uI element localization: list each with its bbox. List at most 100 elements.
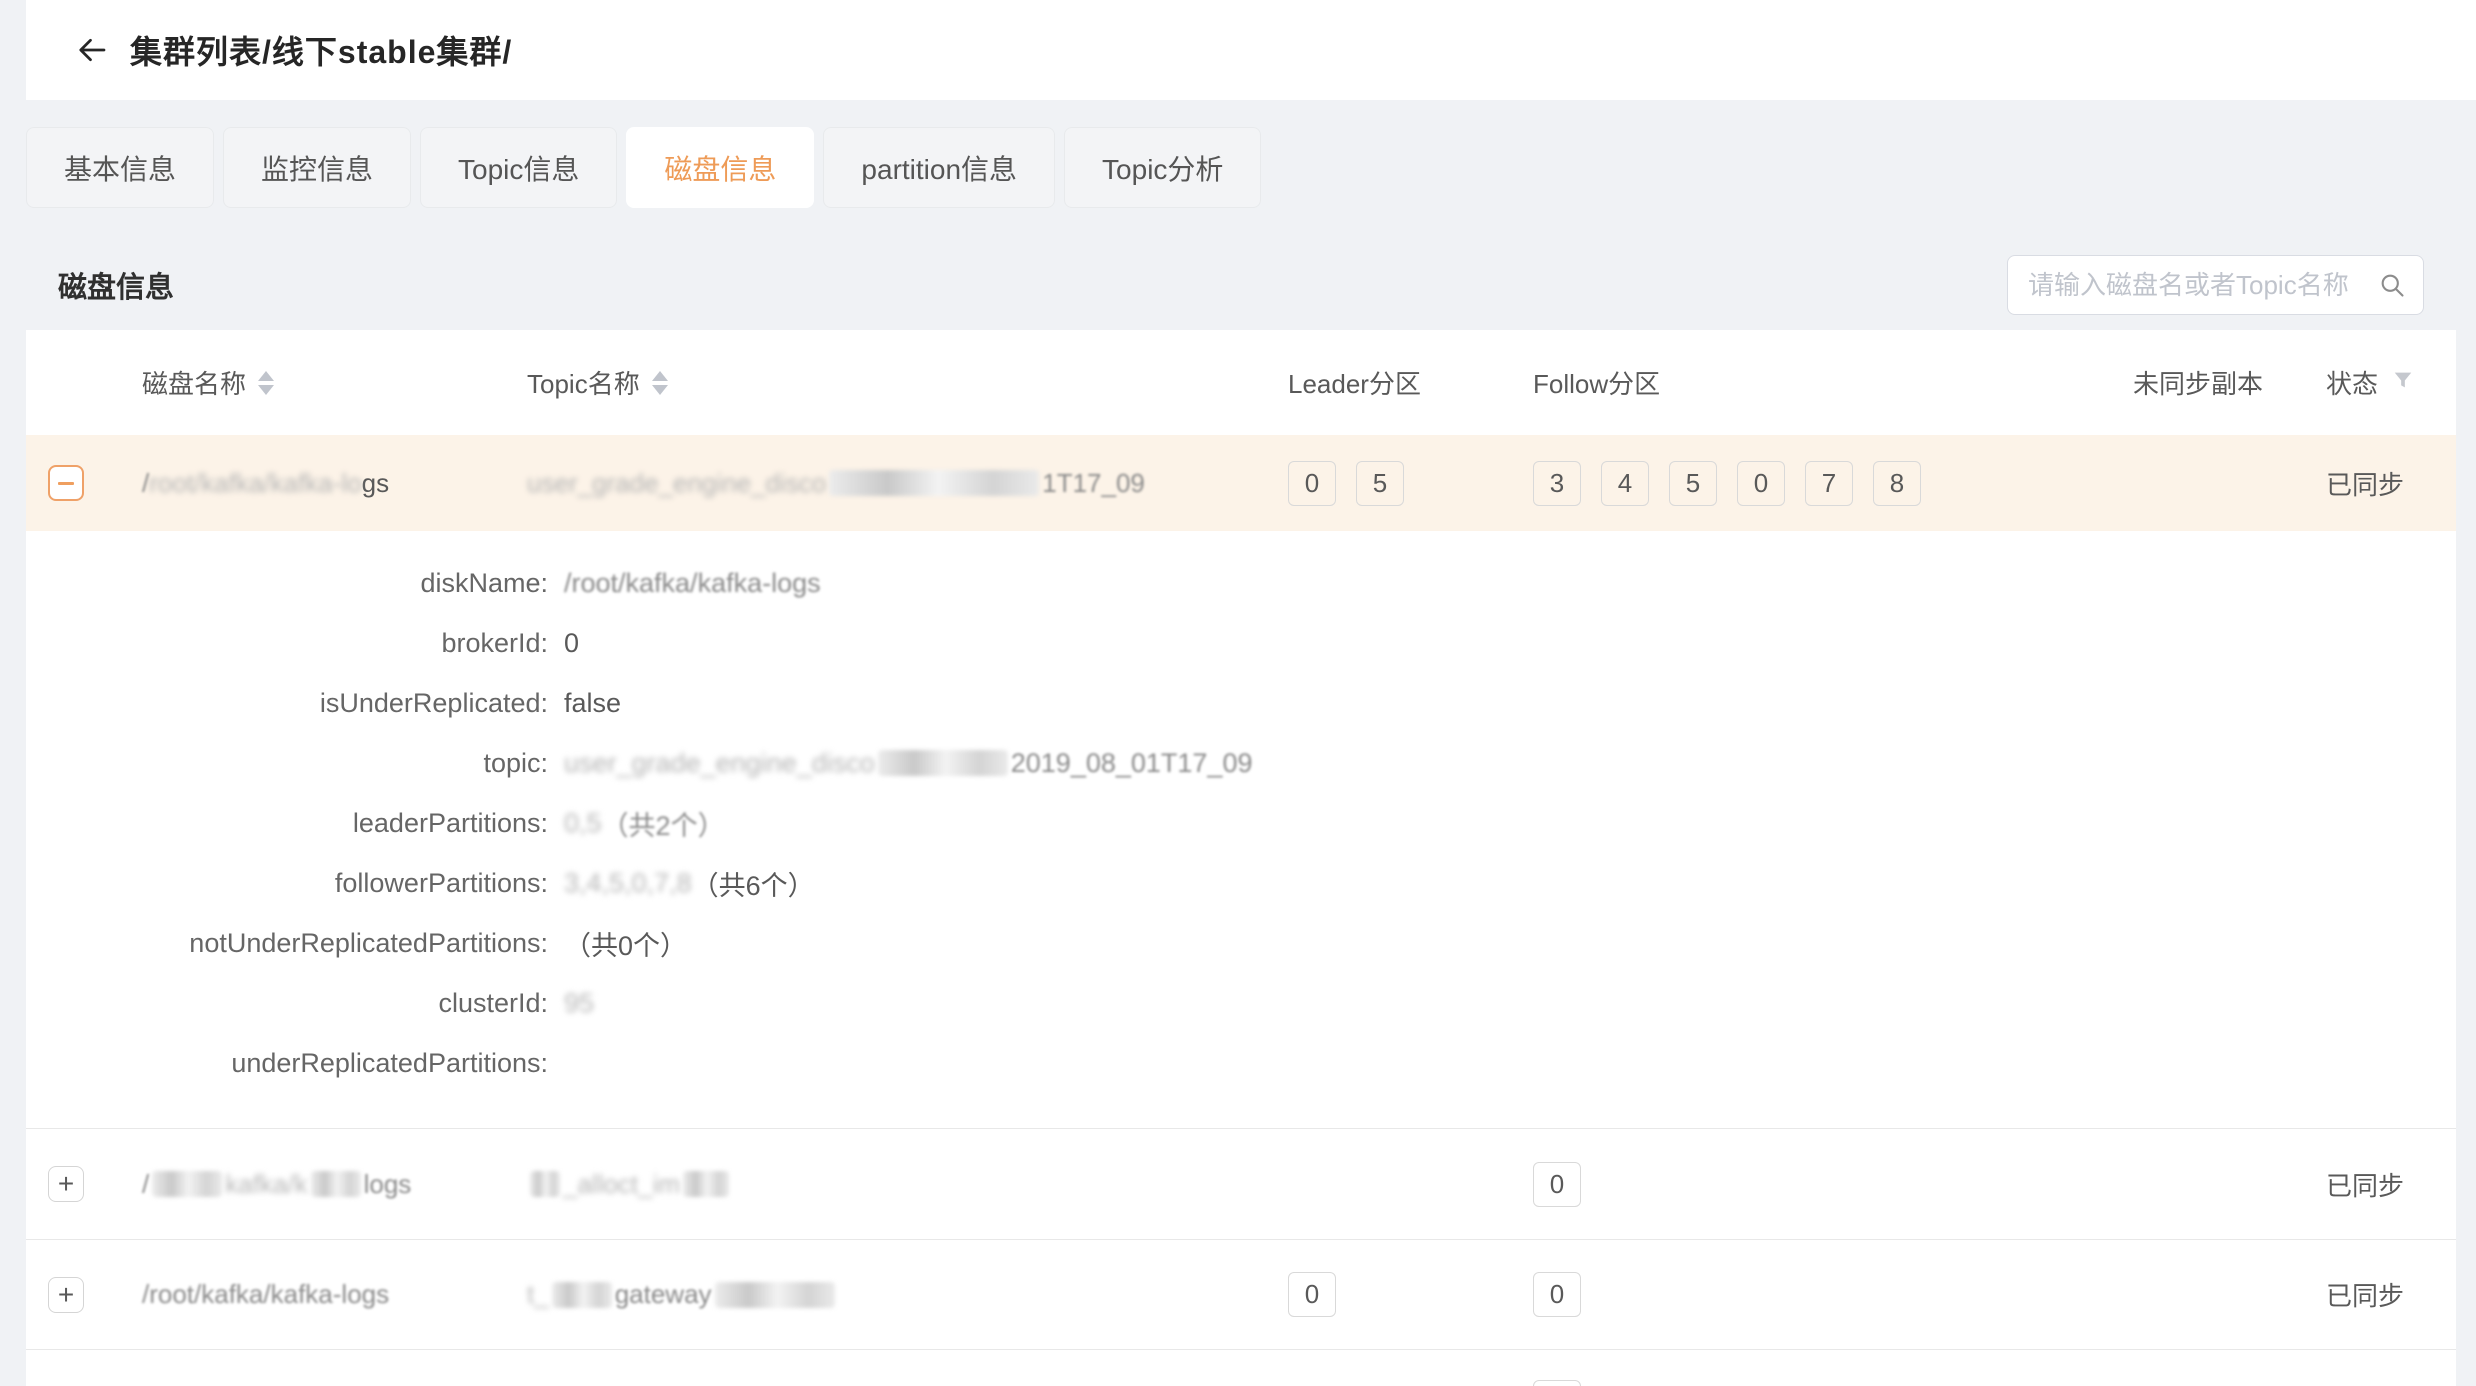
- sort-icon[interactable]: [652, 371, 668, 395]
- arrow-left-icon: [74, 32, 110, 68]
- tab-topic-info[interactable]: Topic信息: [420, 127, 617, 208]
- page-header: 集群列表/线下stable集群/: [26, 0, 2476, 100]
- detail-label: followerPartitions:: [26, 853, 548, 913]
- partition-tag: 0: [1288, 461, 1336, 506]
- detail-label: diskName:: [26, 553, 548, 613]
- detail-label: clusterId:: [26, 973, 548, 1033]
- tab-disk-info[interactable]: 磁盘信息: [626, 127, 814, 208]
- disk-name-cell: /kafka/klogs: [138, 1129, 523, 1239]
- partition-tag: 7: [1805, 461, 1853, 506]
- detail-value-clusterid: 95: [564, 973, 2456, 1033]
- partition-tag: 5: [1669, 461, 1717, 506]
- section-title: 磁盘信息: [26, 264, 174, 306]
- detail-value-diskname: /root/kafka/kafka-logs: [564, 553, 2456, 613]
- search-input[interactable]: [2007, 255, 2424, 315]
- page-title: 集群列表/线下stable集群/: [130, 27, 512, 73]
- detail-value-leaderpartitions: 0,5（共2个）: [564, 793, 2456, 853]
- detail-value-notunderreplicatedpartitions: （共0个）: [564, 913, 2456, 973]
- table-header-row: 磁盘名称 Topic名称 Leader分区 Follow分区 未同步副本 状态: [26, 330, 2456, 435]
- table-row: /root/kafka/kafka-logs user_grade_engine…: [26, 435, 2456, 531]
- partition-tag: 3: [1533, 461, 1581, 506]
- text-segment: /: [142, 1169, 149, 1200]
- tab-topic-analysis[interactable]: Topic分析: [1064, 127, 1261, 208]
- text-segment: root/kafka/kafka-lo: [149, 468, 361, 499]
- expand-row-button[interactable]: +: [48, 1166, 84, 1202]
- redacted-block: [311, 1171, 361, 1197]
- column-leader-partitions: Leader分区: [1268, 330, 1513, 435]
- filter-icon[interactable]: [2392, 367, 2414, 398]
- tab-label: partition信息: [861, 148, 1017, 188]
- text-segment: （共0个）: [564, 924, 687, 963]
- detail-label: leaderPartitions:: [26, 793, 548, 853]
- expand-row-button[interactable]: +: [48, 1277, 84, 1313]
- leader-partitions-cell: 0: [1268, 1240, 1513, 1349]
- column-status: 状态: [2318, 330, 2456, 435]
- text-segment: _alloct_im: [563, 1169, 680, 1200]
- redacted-block: [530, 1171, 560, 1197]
- text-segment: kafka/k: [225, 1169, 307, 1200]
- detail-value-brokerid: 0: [564, 613, 2456, 673]
- detail-label: topic:: [26, 733, 548, 793]
- topic-name-cell: t_ gateway: [523, 1240, 1268, 1349]
- column-label: 磁盘名称: [142, 364, 246, 401]
- text-segment: （共6个）: [692, 864, 815, 903]
- text-segment: 0,5: [564, 808, 602, 839]
- back-button[interactable]: [70, 28, 114, 72]
- partition-tag: 0: [1737, 461, 1785, 506]
- unsynced-replicas-cell: [2078, 435, 2318, 531]
- search-icon[interactable]: [2378, 271, 2406, 304]
- section-header: 磁盘信息: [26, 240, 2456, 330]
- follow-partitions-cell: 0: [1513, 1240, 2078, 1349]
- column-disk-name: 磁盘名称: [138, 330, 523, 435]
- detail-label: brokerId:: [26, 613, 548, 673]
- tab-partition-info[interactable]: partition信息: [823, 127, 1055, 208]
- redacted-block: [715, 1282, 835, 1308]
- column-label: Topic名称: [527, 364, 640, 401]
- disk-info-page: 集群列表/线下stable集群/ 基本信息 监控信息 Topic信息 磁盘信息 …: [0, 0, 2476, 1386]
- disk-name-cell: /root/kafka/kafka-logs: [138, 1240, 523, 1349]
- tab-label: 监控信息: [261, 148, 373, 188]
- text-segment: gs: [362, 468, 389, 499]
- sort-icon[interactable]: [258, 371, 274, 395]
- follow-partitions-cell: 345078: [1513, 435, 2078, 531]
- redacted-block: [878, 750, 1008, 776]
- detail-value-isunderreplicated: false: [564, 673, 2456, 733]
- text-segment: t_: [527, 1279, 549, 1310]
- status-text: 已同步: [2326, 1276, 2404, 1313]
- tab-label: Topic信息: [458, 148, 579, 188]
- topic-name-cell: _alloct_im: [523, 1129, 1268, 1239]
- partition-tag: 4: [1601, 461, 1649, 506]
- disk-name-cell: /root/kafka/kafka-logs: [138, 435, 523, 531]
- minus-icon: [58, 482, 74, 485]
- collapse-row-button[interactable]: [48, 465, 84, 501]
- partition-tag: 8: [1873, 461, 1921, 506]
- unsynced-replicas-cell: [2078, 1129, 2318, 1239]
- detail-label: isUnderReplicated:: [26, 673, 548, 733]
- text-segment: /: [142, 468, 149, 499]
- leader-partitions-cell: 05: [1268, 435, 1513, 531]
- partition-tag: 5: [1356, 461, 1404, 506]
- text-segment: 1T17_09: [1042, 468, 1145, 499]
- partition-tag: [1533, 1380, 1581, 1386]
- redacted-block: [152, 1171, 222, 1197]
- tab-basic-info[interactable]: 基本信息: [26, 127, 214, 208]
- status-text: 已同步: [2326, 465, 2404, 502]
- text-segment: 2019_08_01T17_09: [1011, 748, 1253, 779]
- text-segment: 95: [564, 988, 594, 1019]
- follow-partitions-cell: 0: [1513, 1129, 2078, 1239]
- detail-value-topic: user_grade_engine_disco2019_08_01T17_09: [564, 733, 2456, 793]
- tab-label: Topic分析: [1102, 148, 1223, 188]
- text-segment: false: [564, 688, 621, 719]
- column-label: 状态: [2326, 364, 2378, 401]
- column-label: Follow分区: [1533, 364, 1660, 401]
- partition-tag: 0: [1533, 1272, 1581, 1317]
- expander-column-header: [26, 330, 138, 435]
- column-label: Leader分区: [1288, 364, 1421, 401]
- text-segment: （共2个）: [602, 804, 725, 843]
- column-unsynced-replicas: 未同步副本: [2078, 330, 2318, 435]
- text-segment: user_grade_engine_disco: [527, 468, 826, 499]
- tab-monitor-info[interactable]: 监控信息: [223, 127, 411, 208]
- tab-label: 基本信息: [64, 148, 176, 188]
- text-segment: gateway: [615, 1279, 712, 1310]
- detail-label: underReplicatedPartitions:: [26, 1033, 548, 1093]
